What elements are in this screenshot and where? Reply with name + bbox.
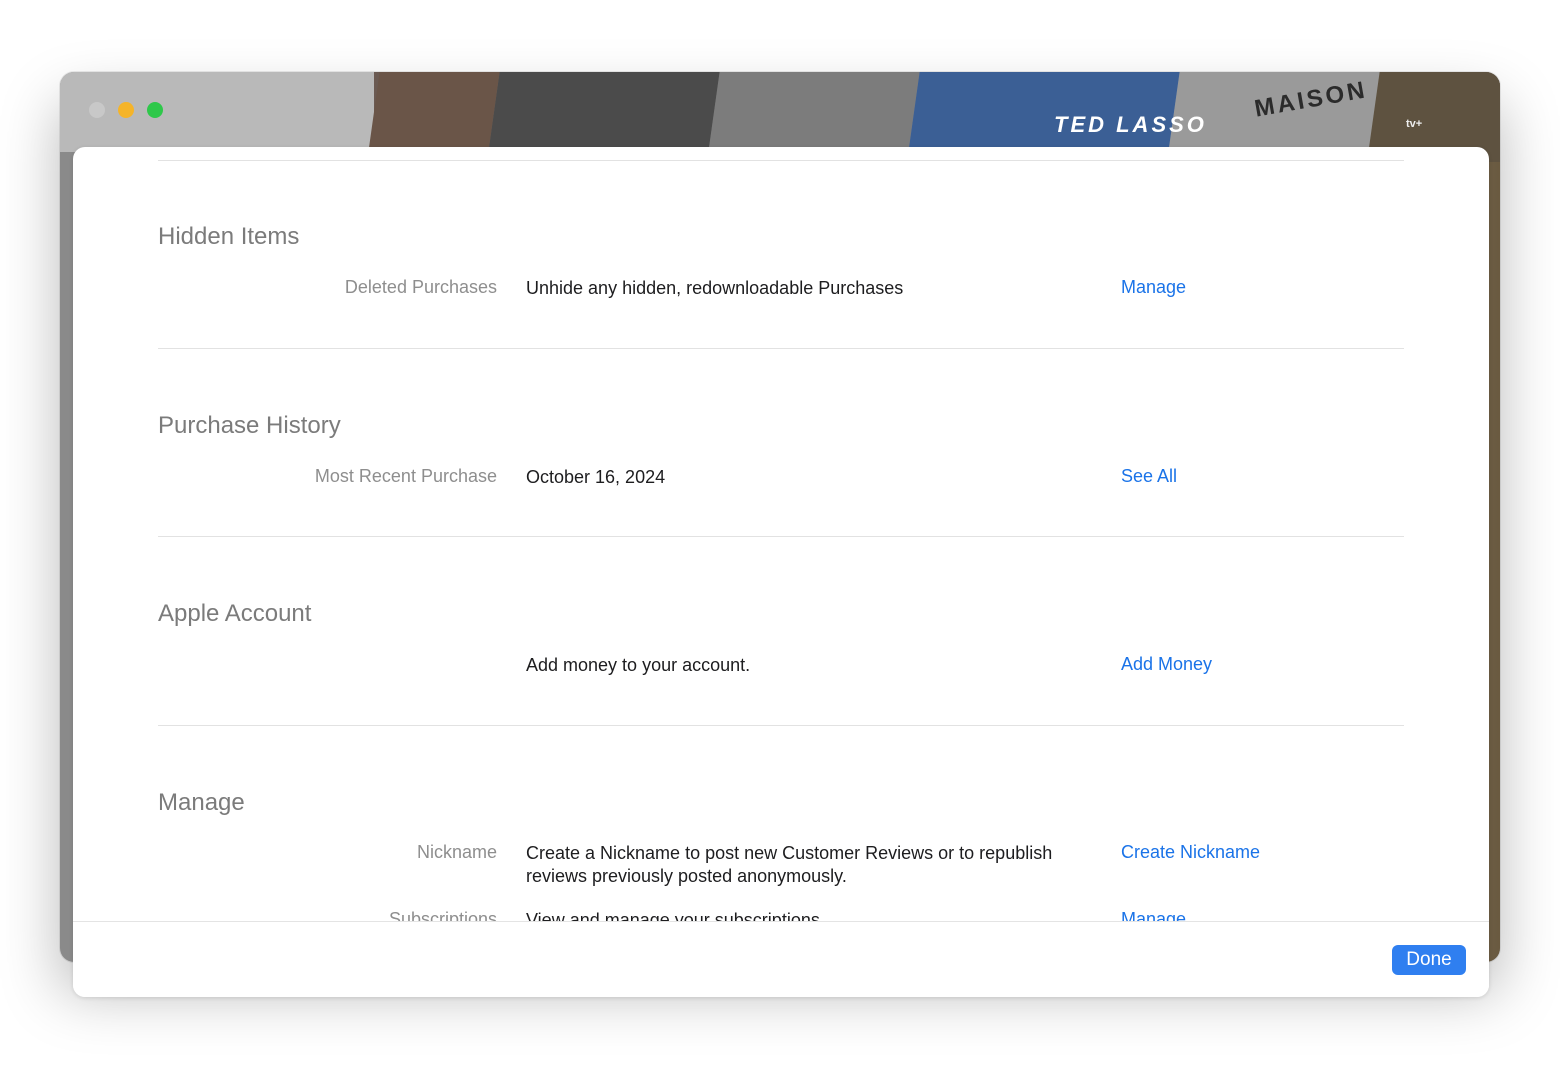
account-info-sheet: Hidden Items Deleted Purchases Unhide an… [73,147,1489,997]
section-title-apple-account: Apple Account [158,600,312,627]
row-value-deleted-purchases: Unhide any hidden, redownloadable Purcha… [526,278,904,298]
manage-subscriptions-link[interactable]: Manage [1121,909,1186,921]
row-value-most-recent-purchase: October 16, 2024 [526,467,666,487]
section-title-hidden-items: Hidden Items [158,223,300,250]
manage-hidden-link[interactable]: Manage [1121,277,1186,298]
row-value-add-money: Add money to your account. [526,655,751,675]
row-value-nickname: Create a Nickname to post new Customer R… [526,843,1053,886]
add-money-link[interactable]: Add Money [1121,654,1212,675]
create-nickname-link[interactable]: Create Nickname [1121,842,1260,863]
row-label-subscriptions: Subscriptions [388,909,497,921]
divider [158,348,1404,349]
divider [158,160,1404,161]
sheet-footer: Done [73,921,1489,997]
close-button[interactable] [89,102,105,118]
zoom-button[interactable] [147,102,163,118]
row-label-deleted-purchases: Deleted Purchases [344,277,497,297]
section-title-purchase-history: Purchase History [158,412,341,439]
row-value-subscriptions: View and manage your subscriptions. [526,910,825,921]
minimize-button[interactable] [118,102,134,118]
divider [158,725,1404,726]
account-info-content: Hidden Items Deleted Purchases Unhide an… [73,147,1489,921]
see-all-link[interactable]: See All [1121,466,1177,487]
section-title-manage: Manage [158,789,245,816]
divider [158,536,1404,537]
ted-lasso-title: TED LASSO [1054,112,1207,137]
row-label-nickname: Nickname [416,842,497,862]
done-button[interactable]: Done [1392,945,1466,975]
row-label-most-recent-purchase: Most Recent Purchase [314,466,497,486]
appletv-badge: tv+ [1406,118,1423,130]
titlebar [60,72,374,152]
